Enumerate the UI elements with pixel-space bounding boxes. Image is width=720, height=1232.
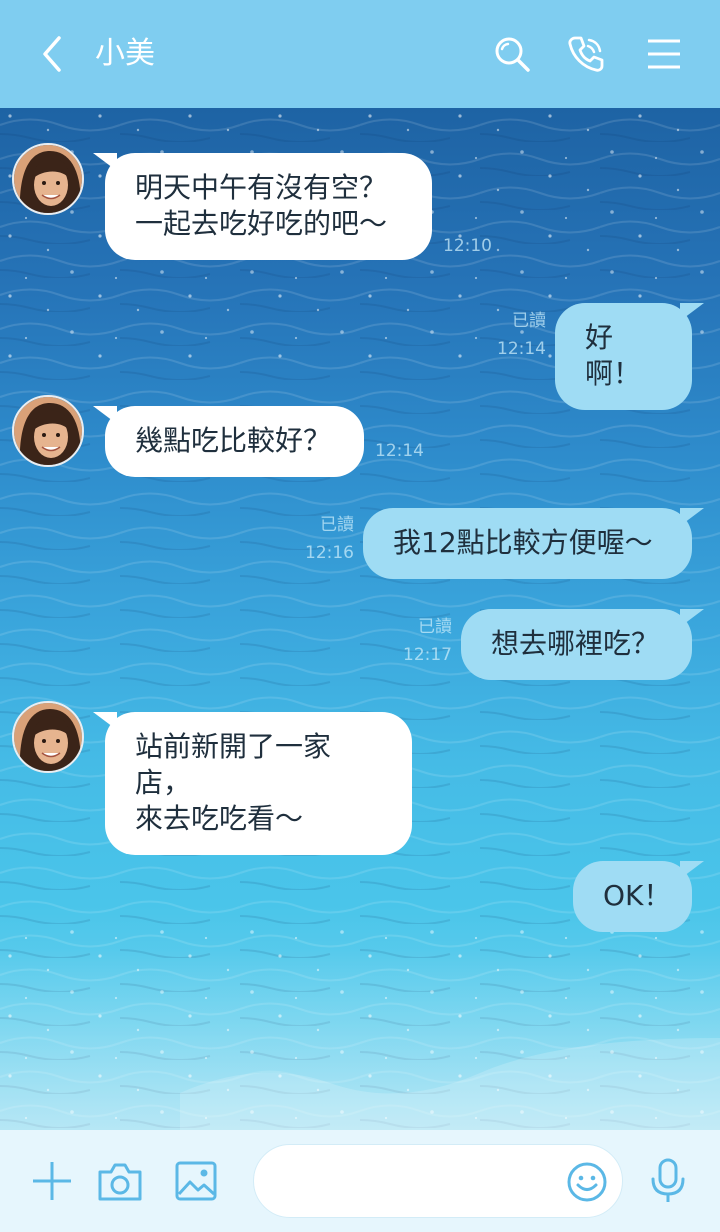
search-icon [495, 37, 530, 72]
message-bubble-outgoing[interactable]: 好啊！ [555, 303, 692, 410]
voice-button[interactable] [642, 1155, 694, 1207]
message-bubble-outgoing[interactable]: OK！ [573, 861, 692, 932]
message-time: 12:16 [305, 543, 354, 563]
add-button[interactable] [26, 1155, 78, 1207]
message-bubble-outgoing[interactable]: 想去哪裡吃？ [461, 609, 692, 680]
contact-name: 小美 [95, 36, 155, 71]
message-bubble-outgoing[interactable]: 我12點比較方便喔～ [363, 508, 692, 579]
menu-button[interactable] [640, 30, 688, 78]
plus-icon [33, 1162, 71, 1200]
back-button[interactable] [28, 30, 76, 78]
chat-area[interactable]: 明天中午有沒有空？ 一起去吃好吃的吧～ 12:10 已讀 12:14 好啊！ 幾… [0, 108, 720, 1130]
message-input-bar [0, 1130, 720, 1232]
phone-icon [568, 36, 604, 72]
message-bubble-incoming[interactable]: 站前新開了一家店， 來去吃吃看～ [105, 712, 412, 855]
message-bubble-incoming[interactable]: 明天中午有沒有空？ 一起去吃好吃的吧～ [105, 153, 432, 260]
chat-header: 小美 [0, 0, 720, 108]
contact-avatar[interactable] [12, 395, 84, 467]
read-receipt: 已讀 [418, 617, 452, 637]
message-input[interactable] [278, 1163, 552, 1203]
microphone-icon [651, 1158, 685, 1202]
search-button[interactable] [488, 30, 536, 78]
contact-avatar[interactable] [12, 143, 84, 215]
message-time: 12:17 [403, 645, 452, 665]
call-button[interactable] [562, 30, 610, 78]
chevron-left-icon [43, 36, 61, 72]
emoji-icon[interactable] [566, 1161, 608, 1203]
camera-button[interactable] [94, 1155, 146, 1207]
message-time: 12:14 [375, 441, 424, 461]
message-bubble-incoming[interactable]: 幾點吃比較好？ [105, 406, 364, 477]
message-time: 12:14 [497, 339, 546, 359]
message-time: 12:10 [443, 236, 492, 256]
menu-icon [648, 39, 680, 69]
camera-icon [98, 1163, 142, 1201]
contact-avatar[interactable] [12, 701, 84, 773]
read-receipt: 已讀 [512, 311, 546, 331]
read-receipt: 已讀 [320, 515, 354, 535]
image-icon [175, 1161, 217, 1201]
image-button[interactable] [170, 1155, 222, 1207]
message-field[interactable] [253, 1144, 623, 1218]
